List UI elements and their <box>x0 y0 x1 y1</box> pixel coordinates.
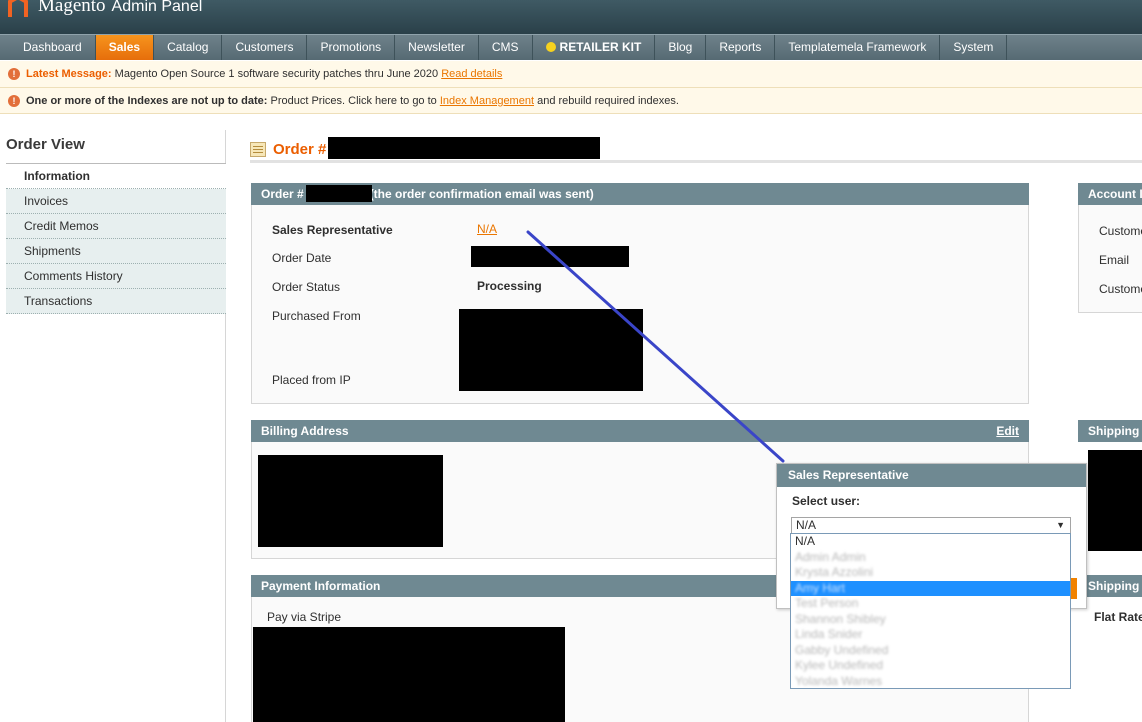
order-date-label: Order Date <box>272 251 332 265</box>
placed-ip-label: Placed from IP <box>272 373 351 387</box>
warning-icon: ! <box>8 95 20 107</box>
nav-templatemela[interactable]: Templatemela Framework <box>775 35 941 60</box>
account-info-header: Account I <box>1078 183 1142 205</box>
order-box-head-suffix: (the order confirmation email was sent) <box>369 187 594 201</box>
redacted-order-id <box>306 185 372 202</box>
redacted-billing-address <box>258 455 443 547</box>
warning-icon: ! <box>8 68 20 80</box>
redacted-store-and-ip <box>459 309 643 391</box>
payment-method: Pay via Stripe <box>267 610 342 624</box>
nav-blog[interactable]: Blog <box>655 35 707 60</box>
divider <box>250 160 1142 163</box>
user-option[interactable]: Yolanda Warnes <box>791 674 1070 690</box>
account-row-email: Email <box>1099 253 1130 267</box>
shipping-method-header: Shipping <box>1078 575 1142 597</box>
magento-logo[interactable]: Magento Admin Panel <box>8 0 202 18</box>
retailer-kit-icon <box>545 42 556 52</box>
billing-edit-link[interactable]: Edit <box>996 420 1019 442</box>
user-select-dropdown: N/A Admin Admin Krysta Azzolini Amy Hart… <box>790 533 1071 689</box>
nav-retailer-kit[interactable]: RETAILER KIT <box>533 35 656 60</box>
order-box-head-prefix: Order # <box>261 187 304 201</box>
shipping-method-value: Flat Rate <box>1094 610 1142 624</box>
order-status-value: Processing <box>477 279 542 293</box>
order-status-label: Order Status <box>272 280 341 294</box>
app-window: Magento Admin Panel Dashboard Sales Catal… <box>0 0 1142 722</box>
page-title-text: Order # <box>273 140 327 158</box>
user-select[interactable]: N/A ▼ <box>791 517 1071 534</box>
user-option[interactable]: Shannon Shibley <box>791 612 1070 628</box>
nav-customers[interactable]: Customers <box>222 35 308 60</box>
tab-information[interactable]: Information <box>6 164 226 189</box>
tab-credit-memos[interactable]: Credit Memos <box>6 214 226 239</box>
index-management-link[interactable]: Index Management <box>440 95 534 107</box>
nav-catalog[interactable]: Catalog <box>154 35 223 60</box>
order-icon <box>250 141 266 157</box>
magento-logo-icon <box>8 0 28 17</box>
notice-latest-message: ! Latest Message: Magento Open Source 1 … <box>0 61 1142 88</box>
redacted-order-number <box>328 137 600 159</box>
sales-rep-link[interactable]: N/A <box>477 222 497 236</box>
nav-retailer-kit-label: RETAILER KIT <box>559 40 642 54</box>
tab-transactions[interactable]: Transactions <box>6 289 226 314</box>
main-nav: Dashboard Sales Catalog Customers Promot… <box>0 34 1142 60</box>
account-row-customer-group: Custome <box>1099 282 1142 296</box>
redacted-order-date <box>471 246 629 267</box>
header-bar: Magento Admin Panel <box>0 0 1142 34</box>
sales-rep-label: Sales Representative <box>272 223 393 237</box>
page-title: Order # <box>250 137 326 161</box>
user-select-value: N/A <box>796 518 817 532</box>
shipping-address-header: Shipping <box>1078 420 1142 442</box>
nav-newsletter[interactable]: Newsletter <box>395 35 479 60</box>
notice-indexes-text: Product Prices. Click here to go to <box>270 95 437 107</box>
nav-promotions[interactable]: Promotions <box>307 35 396 60</box>
user-option[interactable]: Admin Admin <box>791 550 1070 566</box>
sidebar-title: Order View <box>6 136 85 153</box>
purchased-from-label: Purchased From <box>272 309 361 323</box>
user-option[interactable]: Linda Snider <box>791 627 1070 643</box>
user-option-label: Amy Hart <box>795 580 846 595</box>
nav-dashboard[interactable]: Dashboard <box>10 35 96 60</box>
logo-text: Magento <box>38 0 106 16</box>
tab-shipments[interactable]: Shipments <box>6 239 226 264</box>
nav-reports[interactable]: Reports <box>706 35 776 60</box>
nav-system[interactable]: System <box>940 35 1008 60</box>
notice-latest-text: Magento Open Source 1 software security … <box>114 68 439 80</box>
notice-indexes-text-after: and rebuild required indexes. <box>537 95 679 107</box>
nav-sales[interactable]: Sales <box>95 35 155 60</box>
tab-invoices[interactable]: Invoices <box>6 189 226 214</box>
order-view-sidebar: Order View Information Invoices Credit M… <box>0 130 226 722</box>
logo-subtext: Admin Panel <box>111 0 203 15</box>
user-option[interactable]: Test Person <box>791 596 1070 612</box>
select-user-label: Select user: <box>792 494 861 508</box>
redacted-payment-details <box>253 627 565 722</box>
billing-address-title: Billing Address <box>261 424 349 438</box>
redacted-shipping-address <box>1088 450 1142 551</box>
popup-title: Sales Representative <box>777 464 1086 487</box>
user-option[interactable]: N/A <box>791 534 1070 550</box>
read-details-link[interactable]: Read details <box>441 68 502 80</box>
user-option[interactable]: Gabby Undefined <box>791 643 1070 659</box>
user-option[interactable]: Krysta Azzolini <box>791 565 1070 581</box>
account-row-customer-name: Custome <box>1099 224 1142 238</box>
nav-cms[interactable]: CMS <box>479 35 533 60</box>
billing-address-header: Billing Address Edit <box>251 420 1029 442</box>
notice-latest-label: Latest Message: <box>26 68 112 80</box>
notice-indexes: ! One or more of the Indexes are not up … <box>0 88 1142 114</box>
chevron-down-icon: ▼ <box>1056 520 1065 530</box>
notice-indexes-bold: One or more of the Indexes are not up to… <box>26 95 268 107</box>
tab-comments-history[interactable]: Comments History <box>6 264 226 289</box>
user-option[interactable]: Kylee Undefined <box>791 658 1070 674</box>
user-option-highlighted[interactable]: Amy Hart <box>791 580 1070 596</box>
